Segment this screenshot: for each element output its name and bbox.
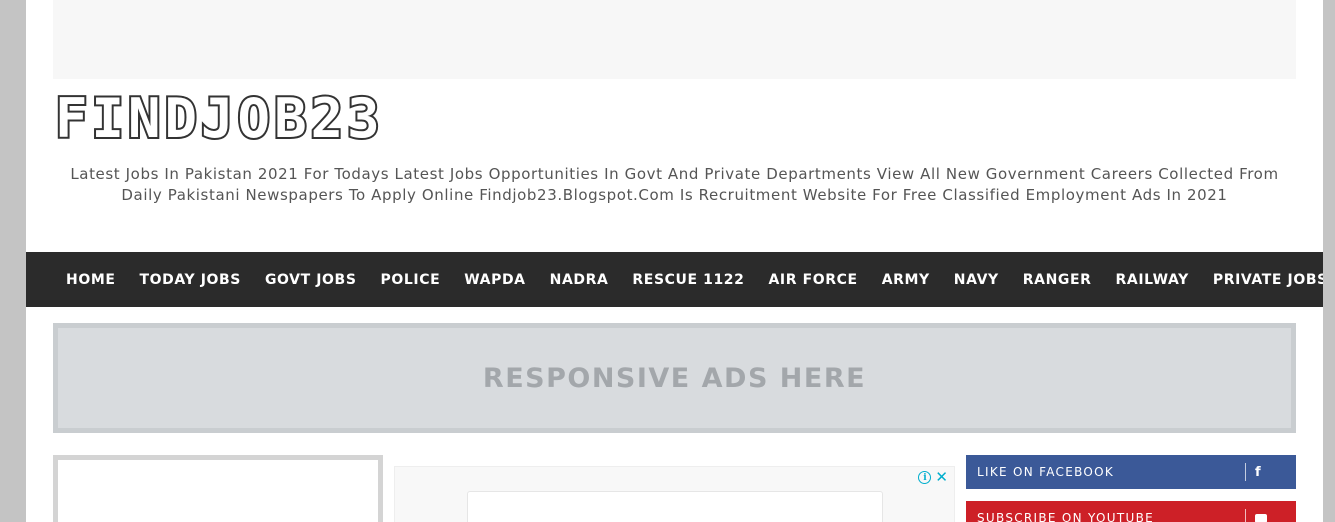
top-ad-slot	[53, 0, 1296, 79]
responsive-ad-banner[interactable]: RESPONSIVE ADS HERE	[53, 323, 1296, 433]
facebook-label: LIKE ON FACEBOOK	[977, 465, 1115, 479]
nav-item-rescue-1122[interactable]: RESCUE 1122	[620, 252, 756, 307]
nav-item-label: NAVY	[953, 271, 999, 288]
ad-banner-text: RESPONSIVE ADS HERE	[482, 362, 867, 394]
ad-content-card[interactable]	[467, 491, 883, 522]
close-icon[interactable]: ✕	[935, 470, 948, 485]
nav-item-today-jobs[interactable]: TODAY JOBS	[128, 252, 253, 307]
page-container: FINDJOB23 Latest Jobs In Pakistan 2021 F…	[26, 0, 1323, 522]
nav-item-label: POLICE	[380, 271, 441, 288]
nav-item-label: RESCUE 1122	[632, 271, 745, 288]
nav-item-home[interactable]: HOME	[54, 252, 128, 307]
site-tagline: Latest Jobs In Pakistan 2021 For Todays …	[70, 165, 1279, 204]
subscribe-on-youtube-button[interactable]: SUBSCRIBE ON YOUTUBE	[966, 501, 1296, 522]
nav-item-private-jobs[interactable]: PRIVATE JOBS	[1201, 252, 1323, 307]
like-on-facebook-button[interactable]: LIKE ON FACEBOOK f	[966, 455, 1296, 489]
nav-item-label: GOVT JOBS	[264, 271, 357, 288]
nav-item-label: PRIVATE JOBS	[1212, 271, 1323, 288]
left-widget-box	[53, 455, 383, 522]
social-divider	[1245, 509, 1246, 522]
youtube-label: SUBSCRIBE ON YOUTUBE	[977, 511, 1154, 522]
ad-frame[interactable]: i ✕	[394, 466, 955, 522]
nav-item-navy[interactable]: NAVY	[942, 252, 1011, 307]
main-nav: HOME TODAY JOBS GOVT JOBS POLICE WAPDA N…	[26, 252, 1323, 307]
ad-choices[interactable]: i ✕	[918, 470, 948, 485]
facebook-icon: f	[1255, 464, 1261, 480]
nav-item-railway[interactable]: RAILWAY	[1104, 252, 1201, 307]
nav-item-label: NADRA	[549, 271, 609, 288]
nav-item-label: TODAY JOBS	[139, 271, 241, 288]
nav-item-label: HOME	[66, 271, 116, 288]
nav-item-police[interactable]: POLICE	[369, 252, 453, 307]
nav-item-air-force[interactable]: AIR FORCE	[757, 252, 870, 307]
social-divider	[1245, 463, 1246, 481]
nav-item-wapda[interactable]: WAPDA	[452, 252, 537, 307]
nav-item-label: AIR FORCE	[768, 271, 858, 288]
nav-item-nadra[interactable]: NADRA	[538, 252, 621, 307]
info-icon[interactable]: i	[918, 471, 932, 484]
nav-item-govt-jobs[interactable]: GOVT JOBS	[253, 252, 369, 307]
nav-item-label: WAPDA	[464, 271, 526, 288]
nav-item-ranger[interactable]: RANGER	[1011, 252, 1104, 307]
nav-item-army[interactable]: ARMY	[870, 252, 942, 307]
nav-item-label: RAILWAY	[1115, 271, 1189, 288]
site-logo[interactable]: FINDJOB23	[53, 90, 384, 148]
youtube-icon	[1255, 511, 1296, 522]
nav-item-label: RANGER	[1022, 271, 1092, 288]
nav-item-label: ARMY	[881, 271, 930, 288]
